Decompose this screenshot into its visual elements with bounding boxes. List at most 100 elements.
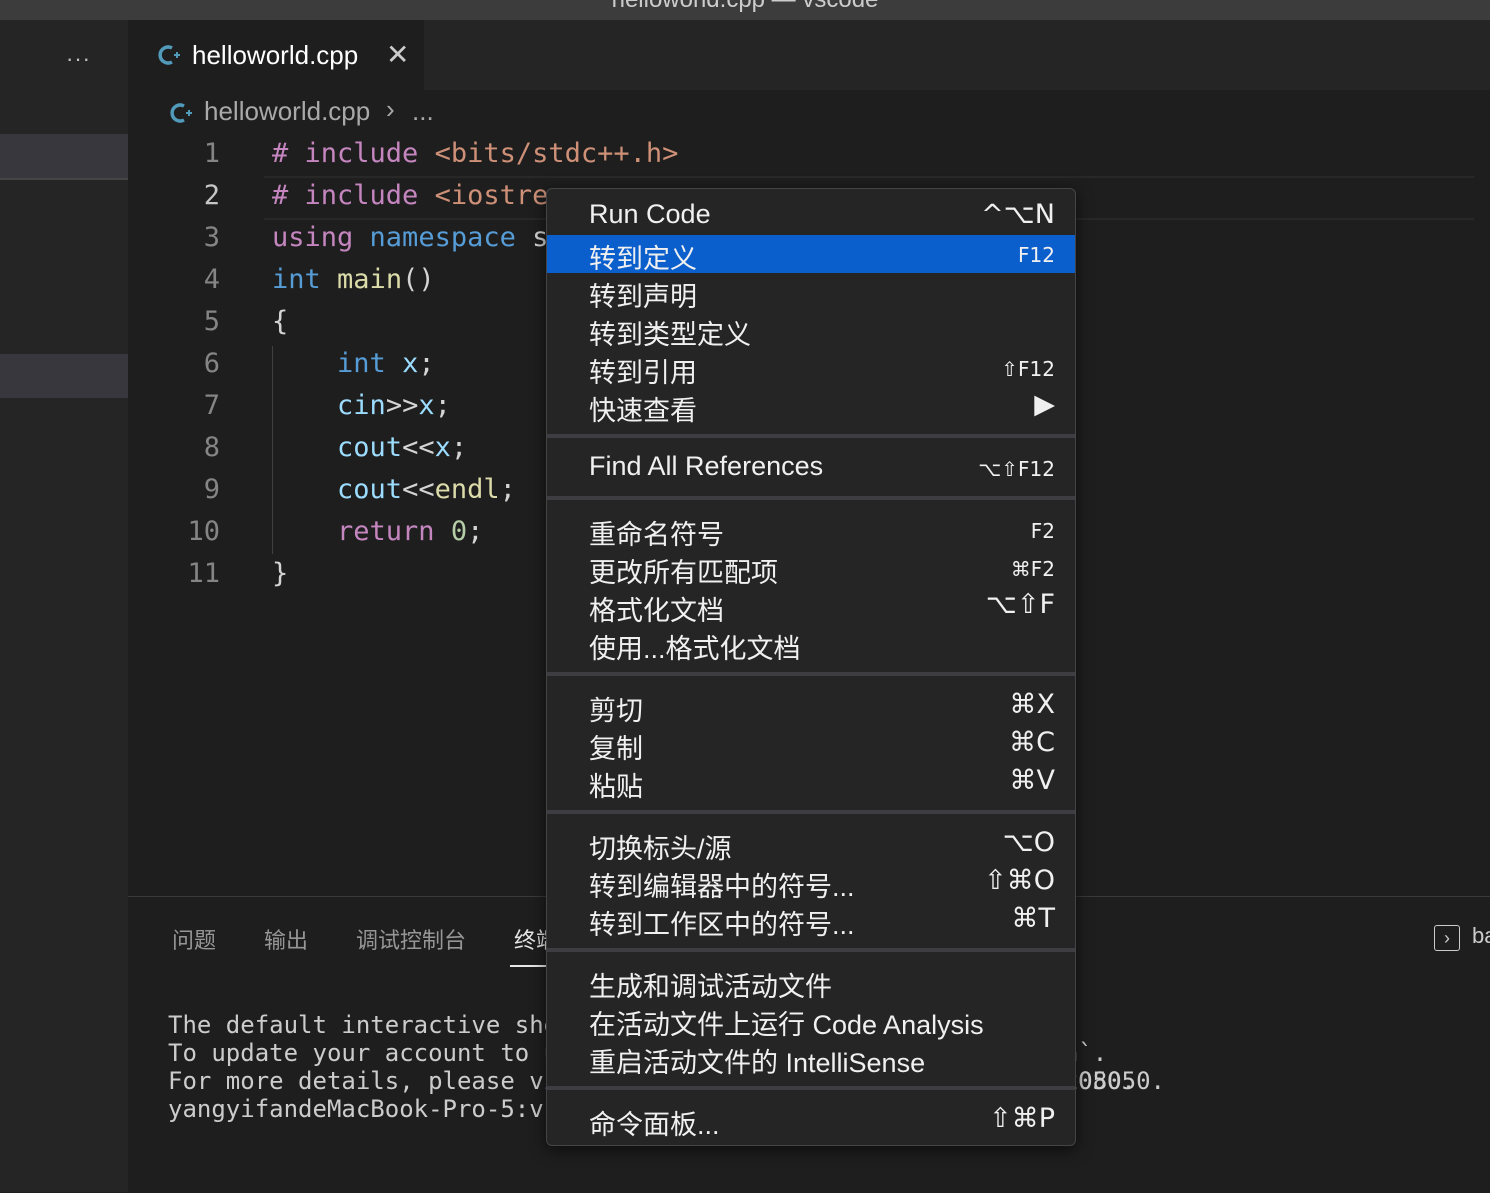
line-number: 1 <box>203 138 220 169</box>
menu-item-go-to-symbol-in-editor[interactable]: 转到编辑器中的符号... ⇧⌘O <box>547 863 1075 902</box>
tab-debug-console[interactable]: 调试控制台 <box>356 923 466 955</box>
code-text: } <box>272 558 289 589</box>
breadcrumb-file[interactable]: helloworld.cpp <box>204 96 370 127</box>
context-menu: Run Code ^⌥N 转到定义 F12 转到声明 转到类型定义 转到引用 ⇧… <box>546 188 1076 1146</box>
line-number: 2 <box>203 180 220 211</box>
menu-item-format-document-with[interactable]: 使用...格式化文档 <box>547 625 1075 664</box>
menu-item-go-to-definition[interactable]: 转到定义 F12 <box>547 235 1075 274</box>
shortcut: ⇧⌘O <box>984 865 1055 896</box>
active-tab-indicator <box>510 965 550 967</box>
menu-item-peek[interactable]: 快速查看 ▶ <box>547 387 1075 426</box>
menu-item-label: 转到类型定义 <box>589 320 751 350</box>
menu-item-label: 快速查看 <box>589 396 697 426</box>
submenu-arrow-icon: ▶ <box>1034 389 1055 420</box>
menu-item-label: 转到工作区中的符号... <box>589 910 855 940</box>
shortcut: ⌘C <box>1009 727 1055 758</box>
code-text: { <box>272 306 289 337</box>
shortcut: ⌘F2 <box>1010 557 1055 581</box>
menu-item-label: 转到编辑器中的符号... <box>589 872 855 902</box>
menu-item-go-to-references[interactable]: 转到引用 ⇧F12 <box>547 349 1075 388</box>
menu-item-switch-header-source[interactable]: 切换标头/源 ⌥O <box>547 825 1075 864</box>
shortcut: ⌘T <box>1011 903 1056 934</box>
shortcut: F12 <box>1018 243 1055 267</box>
shortcut: ⌘X <box>1009 689 1056 720</box>
menu-item-label: 重命名符号 <box>589 520 724 550</box>
shortcut: ⌘V <box>1009 765 1055 796</box>
tab-label: helloworld.cpp <box>192 40 359 70</box>
cpp-file-icon <box>170 103 192 123</box>
menu-item-label: 格式化文档 <box>589 596 724 626</box>
menu-item-format-document[interactable]: 格式化文档 ⌥⇧F <box>547 587 1075 626</box>
shortcut: ⌥O <box>1002 827 1055 858</box>
code-text: # include <bits/stdc++.h> <box>272 138 679 169</box>
menu-item-label: 使用...格式化文档 <box>589 634 801 664</box>
code-text: int x; <box>337 348 435 379</box>
menu-item-label: 命令面板... <box>589 1110 720 1140</box>
cpp-file-icon <box>158 45 180 65</box>
sidebar-item[interactable] <box>0 134 128 178</box>
menu-separator <box>547 434 1075 438</box>
shortcut: F2 <box>1030 519 1055 543</box>
menu-separator <box>547 496 1075 500</box>
code-text: return 0; <box>337 516 484 547</box>
menu-item-rename-symbol[interactable]: 重命名符号 F2 <box>547 511 1075 550</box>
menu-item-go-to-type-definition[interactable]: 转到类型定义 <box>547 311 1075 350</box>
shortcut: ⇧F12 <box>1001 357 1055 381</box>
menu-item-label: 切换标头/源 <box>589 834 732 864</box>
close-icon[interactable]: ✕ <box>386 38 409 71</box>
shortcut: ⇧⌘P <box>989 1103 1055 1134</box>
terminal-name[interactable]: bash <box>1472 923 1490 949</box>
menu-item-label: 转到引用 <box>589 358 697 388</box>
menu-item-paste[interactable]: 粘贴 ⌘V <box>547 763 1075 802</box>
code-text: cin>>x; <box>337 390 451 421</box>
tab-output[interactable]: 输出 <box>264 923 308 955</box>
line-number: 11 <box>187 558 220 589</box>
shortcut: ^⌥N <box>981 199 1055 230</box>
menu-item-find-all-references[interactable]: Find All References ⌥⇧F12 <box>547 449 1075 487</box>
line-number: 3 <box>203 222 220 253</box>
line-number: 6 <box>203 348 220 379</box>
menu-item-label: 重启活动文件的 IntelliSense <box>589 1048 926 1078</box>
menu-item-label: 生成和调试活动文件 <box>589 972 832 1002</box>
menu-item-label: 粘贴 <box>589 772 643 802</box>
sidebar-item[interactable] <box>0 354 128 398</box>
code-text: cout<<endl; <box>337 474 516 505</box>
tab-bar: helloworld.cpp ✕ <box>128 20 1490 90</box>
window-title: helloworld.cpp — vscode <box>0 0 1490 14</box>
menu-item-label: 转到定义 <box>589 244 697 274</box>
menu-separator <box>547 672 1075 676</box>
code-line[interactable]: 1 # include <bits/stdc++.h> <box>128 134 1490 176</box>
menu-item-label: 在活动文件上运行 Code Analysis <box>589 1010 984 1040</box>
code-text: int main() <box>272 264 435 295</box>
menu-item-copy[interactable]: 复制 ⌘C <box>547 725 1075 764</box>
line-number: 4 <box>203 264 220 295</box>
menu-item-go-to-declaration[interactable]: 转到声明 <box>547 273 1075 312</box>
line-number: 5 <box>203 306 220 337</box>
line-number: 8 <box>203 432 220 463</box>
line-number: 9 <box>203 474 220 505</box>
shortcut: ⌥⇧F <box>985 589 1055 620</box>
shortcut: ⌥⇧F12 <box>978 457 1055 481</box>
sidebar-divider <box>0 178 128 180</box>
chevron-right-icon: › <box>386 94 395 124</box>
line-number: 10 <box>187 516 220 547</box>
menu-item-label: 转到声明 <box>589 282 697 312</box>
breadcrumb-symbol[interactable]: ... <box>412 96 434 127</box>
menu-item-cut[interactable]: 剪切 ⌘X <box>547 687 1075 726</box>
terminal-icon[interactable]: › <box>1434 925 1460 951</box>
tab-problems[interactable]: 问题 <box>172 923 216 955</box>
menu-item-restart-intellisense[interactable]: 重启活动文件的 IntelliSense <box>547 1039 1075 1078</box>
menu-item-run-code[interactable]: Run Code ^⌥N <box>547 197 1075 235</box>
title-bar: helloworld.cpp — vscode <box>0 0 1490 20</box>
menu-item-command-palette[interactable]: 命令面板... ⇧⌘P <box>547 1101 1075 1140</box>
menu-item-label: 剪切 <box>589 696 643 726</box>
tab-helloworld-cpp[interactable]: helloworld.cpp ✕ <box>128 20 424 90</box>
menu-item-go-to-symbol-in-workspace[interactable]: 转到工作区中的符号... ⌘T <box>547 901 1075 940</box>
menu-item-change-all-occurrences[interactable]: 更改所有匹配项 ⌘F2 <box>547 549 1075 588</box>
menu-item-label: Find All References <box>589 451 824 481</box>
menu-item-run-code-analysis[interactable]: 在活动文件上运行 Code Analysis <box>547 1001 1075 1040</box>
more-actions-icon[interactable]: ··· <box>66 46 91 72</box>
menu-item-build-debug-active-file[interactable]: 生成和调试活动文件 <box>547 963 1075 1002</box>
menu-separator <box>547 948 1075 952</box>
menu-item-label: 更改所有匹配项 <box>589 558 778 588</box>
